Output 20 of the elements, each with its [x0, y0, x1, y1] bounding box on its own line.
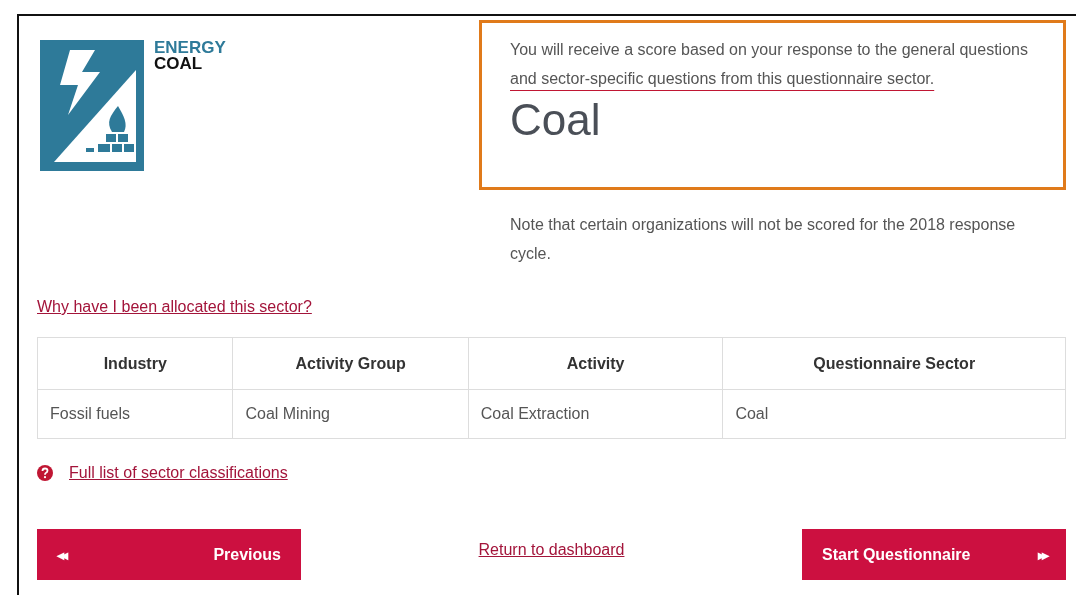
- column-header: Questionnaire Sector: [722, 337, 1066, 390]
- start-questionnaire-button[interactable]: Start Questionnaire ▸▸: [802, 529, 1066, 580]
- score-explanation: You will receive a score based on your response to the general questions and sector-specific questions from this questionnaire sector.: [510, 40, 1029, 89]
- dashboard-link[interactable]: Return to dashboard: [478, 541, 625, 559]
- previous-button[interactable]: ◂◂ Previous: [37, 529, 301, 580]
- table-cell: Fossil fuels: [37, 389, 233, 439]
- table-cell: Coal Mining: [232, 389, 469, 439]
- column-header: Industry: [37, 337, 233, 390]
- logo-sector: COAL: [154, 56, 204, 72]
- column-header: Activity Group: [232, 337, 469, 390]
- table-cell: Coal: [722, 389, 1066, 439]
- logo-category: ENERGY: [154, 40, 226, 56]
- scoring-note: Note that certain organizations will not be scored for the 2018 response cycle.: [510, 215, 1017, 264]
- energy-coal-logo-icon: [40, 40, 144, 171]
- sector-title: Coal: [510, 95, 601, 145]
- allocation-link[interactable]: Why have I been allocated this sector?: [37, 298, 312, 315]
- classifications-link[interactable]: Full list of sector classifications: [69, 464, 288, 482]
- column-header: Activity: [468, 337, 723, 390]
- table-cell: Coal Extraction: [468, 389, 723, 439]
- help-icon: [37, 465, 53, 481]
